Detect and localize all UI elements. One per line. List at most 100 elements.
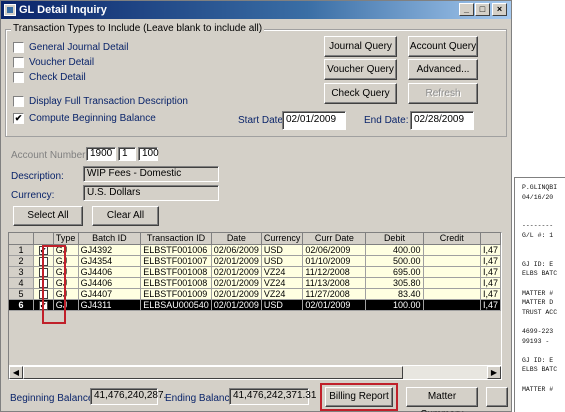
cell-batch-id: GJ4354	[78, 255, 142, 267]
col-header-debit[interactable]: Debit	[365, 233, 424, 245]
cell-credit	[423, 277, 481, 290]
table-row[interactable]: 1GJGJ4392ELBSTF00100602/06/2009USD02/06/…	[9, 244, 501, 256]
cell-date: 02/01/2009	[211, 299, 262, 312]
compute-beginning-balance-checkbox[interactable]	[13, 113, 24, 124]
col-header-batch-id[interactable]: Batch ID	[78, 233, 142, 245]
cell-transaction-id: ELBSTF001007	[140, 255, 212, 267]
account-number-part3[interactable]: 100	[138, 147, 159, 161]
cell-type: GJ	[53, 299, 79, 312]
row-checkbox[interactable]	[38, 245, 48, 255]
minimize-button[interactable]: _	[459, 3, 474, 16]
cell-curr-date: 02/01/2009	[302, 299, 367, 312]
scroll-thumb[interactable]	[23, 366, 403, 379]
display-full-description-checkbox[interactable]	[13, 96, 24, 107]
col-header-currency[interactable]: Currency	[261, 233, 304, 245]
general-journal-label: General Journal Detail	[29, 42, 129, 53]
row-select-checkbox[interactable]	[33, 288, 54, 301]
scroll-right-arrow-icon[interactable]: ▶	[487, 366, 501, 379]
table-row[interactable]: 6GJGJ4311ELBSAU00054002/01/2009USD02/01/…	[9, 299, 501, 312]
check-detail-checkbox-row[interactable]: Check Detail	[13, 72, 86, 83]
row-select-checkbox[interactable]	[33, 299, 54, 312]
cell-curr-date: 11/27/2008	[302, 288, 367, 301]
billing-report-preview: P.GLINQBI 04/16/20 -------- G/L #: 1 GJ ID: …	[514, 177, 565, 412]
cell-type: GJ	[53, 277, 79, 290]
col-header-type[interactable]: Type	[53, 233, 79, 245]
report-line: GJ ID: E	[522, 260, 554, 268]
matter-summary-button[interactable]: Matter Summary	[406, 387, 478, 412]
report-line: P.GLINQBI	[522, 184, 558, 191]
start-date-input[interactable]: 02/01/2009	[282, 111, 346, 130]
cell-transaction-id: ELBSTF001008	[140, 266, 212, 278]
account-number-part2[interactable]: 1	[118, 147, 136, 161]
voucher-detail-checkbox[interactable]	[13, 57, 24, 68]
report-line: --------	[522, 222, 554, 230]
check-query-button[interactable]: Check Query	[324, 83, 397, 104]
row-checkbox[interactable]	[38, 301, 48, 310]
row-select-checkbox[interactable]	[33, 277, 54, 290]
report-line: GJ ID: E	[522, 356, 554, 364]
display-full-description-checkbox-row[interactable]: Display Full Transaction Description	[13, 96, 188, 107]
transactions-grid[interactable]: Type Batch ID Transaction ID Date Curren…	[8, 232, 502, 380]
table-row[interactable]: 5 GJ GJ4407 ELBSTF001009 02/01/2009 VZ24 11/27…	[9, 288, 501, 301]
table-row[interactable]: 2 GJ GJ4354 ELBSTF001007 02/01/2009 USD 01/10/…	[9, 255, 501, 267]
col-header-credit[interactable]: Credit	[423, 233, 481, 245]
billing-report-button[interactable]: Billing Report	[325, 387, 393, 407]
partial-button[interactable]	[486, 387, 508, 407]
table-row[interactable]: 3 GJ GJ4406 ELBSTF001008 02/01/2009 VZ24 11/12…	[9, 266, 501, 278]
description-field: WIP Fees - Domestic	[83, 166, 219, 182]
row-checkbox[interactable]	[38, 256, 48, 266]
cell-curr-date: 11/13/2008	[302, 277, 367, 290]
end-date-label: End Date:	[364, 115, 409, 126]
compute-beginning-balance-checkbox-row[interactable]: Compute Beginning Balance	[13, 113, 156, 124]
general-journal-checkbox-row[interactable]: General Journal Detail	[13, 42, 129, 53]
row-checkbox[interactable]	[38, 290, 48, 299]
cell-type: GJ	[53, 244, 79, 256]
cell-batch-id: GJ4407	[78, 288, 142, 301]
report-line: 99193 -	[522, 337, 554, 345]
report-line: MATTER D	[522, 299, 554, 307]
cell-transaction-id: ELBSTF001008	[140, 277, 212, 290]
col-header-date[interactable]: Date	[211, 233, 262, 245]
row-number: 5	[9, 288, 34, 301]
maximize-button[interactable]: □	[475, 3, 490, 16]
cell-batch-id: GJ4406	[78, 266, 142, 278]
table-row[interactable]: 4 GJ GJ4406 ELBSTF001008 02/01/2009 VZ24 11/13…	[9, 277, 501, 290]
grid-horizontal-scrollbar[interactable]: ◀ ▶	[9, 365, 501, 379]
general-journal-checkbox[interactable]	[13, 42, 24, 53]
close-button[interactable]: ×	[492, 3, 507, 16]
cell-credit	[423, 244, 481, 256]
cell-transaction-id: ELBSAU000540	[140, 299, 212, 312]
account-number-part1[interactable]: 1900	[86, 147, 116, 161]
refresh-button[interactable]: Refresh	[408, 83, 478, 104]
cell-credit	[423, 266, 481, 278]
end-date-input[interactable]: 02/28/2009	[410, 111, 474, 130]
voucher-detail-checkbox-row[interactable]: Voucher Detail	[13, 57, 94, 68]
select-all-button[interactable]: Select All	[13, 206, 83, 226]
cell-credit	[423, 288, 481, 301]
scroll-left-arrow-icon[interactable]: ◀	[9, 366, 23, 379]
row-select-checkbox[interactable]	[33, 266, 54, 278]
cell-date: 02/01/2009	[211, 255, 262, 267]
advanced-button[interactable]: Advanced...	[408, 59, 478, 80]
voucher-query-button[interactable]: Voucher Query	[324, 59, 397, 80]
col-header-curr-date[interactable]: Curr Date	[302, 233, 367, 245]
clear-all-button[interactable]: Clear All	[92, 206, 159, 226]
row-select-checkbox[interactable]	[33, 244, 54, 256]
row-select-checkbox[interactable]	[33, 255, 54, 267]
transaction-types-group-title: Transaction Types to Include (Leave blan…	[11, 23, 265, 34]
cell-credit	[423, 299, 481, 312]
cell-transaction-id: ELBSTF001006	[140, 244, 212, 256]
description-label: Description:	[11, 171, 64, 182]
row-checkbox[interactable]	[38, 279, 48, 288]
report-line: ELBS BATC	[522, 270, 558, 278]
journal-query-button[interactable]: Journal Query	[324, 36, 397, 57]
cell-currency: VZ24	[261, 266, 304, 278]
cell-type: GJ	[53, 255, 79, 267]
check-detail-checkbox[interactable]	[13, 72, 24, 83]
col-header-transaction-id[interactable]: Transaction ID	[140, 233, 212, 245]
cell-date: 02/01/2009	[211, 288, 262, 301]
cell-balance: I,47	[480, 244, 501, 256]
account-query-button[interactable]: Account Query	[408, 36, 478, 57]
row-checkbox[interactable]	[38, 267, 48, 277]
cell-batch-id: GJ4311	[78, 299, 142, 312]
